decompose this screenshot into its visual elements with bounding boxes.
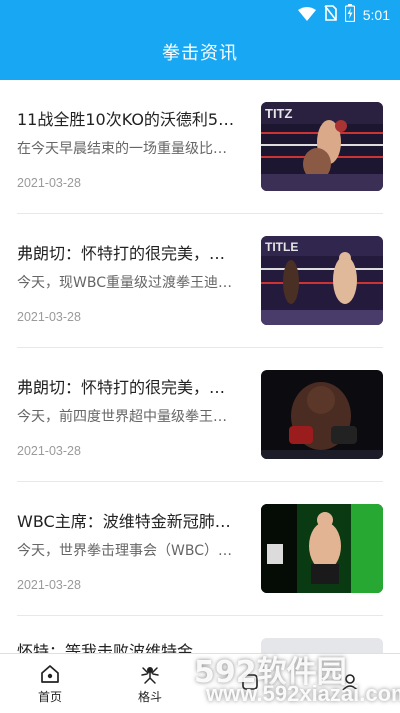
news-headline: 弗朗切：怀特打的很完美，… <box>17 378 226 397</box>
tab-label: 格斗 <box>137 689 162 704</box>
news-headline: 11战全胜10次KO的沃德利5… <box>17 110 235 129</box>
page-title: 拳击资讯 <box>162 43 238 64</box>
fight-icon <box>139 663 161 685</box>
news-thumbnail: TITLE <box>261 236 383 325</box>
tab-label: 首页 <box>37 689 62 704</box>
news-headline: 怀特：等我击败波维特金，… <box>17 642 226 653</box>
news-summary: 今天，世界拳击理事会（WBC）… <box>17 543 232 559</box>
news-summary: 今天，前四度世界超中量级拳王… <box>17 409 227 425</box>
news-summary: 今天，现WBC重量级过渡拳王迪… <box>17 275 232 291</box>
tab-home[interactable]: 首页 <box>0 654 100 713</box>
app-bar: 拳击资讯 <box>0 28 400 80</box>
home-icon <box>39 663 61 685</box>
svg-text:TITLE: TITLE <box>265 240 298 254</box>
news-item[interactable]: 11战全胜10次KO的沃德利5… 在今天早晨结束的一场重量级比… 2021-03… <box>17 80 383 214</box>
news-summary: 在今天早晨结束的一场重量级比… <box>17 141 227 157</box>
clock: 5:01 <box>362 7 390 23</box>
icon <box>339 671 361 693</box>
news-headline: 弗朗切：怀特打的很完美，… <box>17 244 226 263</box>
status-icons: 5:01 <box>297 4 390 26</box>
news-date: 2021-03-28 <box>17 310 81 324</box>
tab-fight[interactable]: 格斗 <box>100 654 200 713</box>
no-sim-icon <box>324 5 337 25</box>
tab-fourth[interactable] <box>300 654 400 713</box>
tab-third[interactable] <box>200 654 300 713</box>
svg-text:TITZ: TITZ <box>265 106 292 121</box>
icon <box>239 671 261 693</box>
news-date: 2021-03-28 <box>17 578 81 592</box>
news-feed[interactable]: 11战全胜10次KO的沃德利5… 在今天早晨结束的一场重量级比… 2021-03… <box>0 80 400 653</box>
news-thumbnail <box>261 638 383 653</box>
news-item[interactable]: 弗朗切：怀特打的很完美，… 今天，现WBC重量级过渡拳王迪… 2021-03-2… <box>17 214 383 348</box>
news-date: 2021-03-28 <box>17 176 81 190</box>
wifi-icon <box>297 6 316 25</box>
status-bar: 5:01 <box>0 0 400 28</box>
news-item[interactable]: 弗朗切：怀特打的很完美，… 今天，前四度世界超中量级拳王… 2021-03-28 <box>17 348 383 482</box>
news-thumbnail <box>261 370 383 459</box>
bottom-tab-bar: 首页 格斗 <box>0 653 400 713</box>
news-item[interactable]: WBC主席：波维特金新冠肺… 今天，世界拳击理事会（WBC）… 2021-03-… <box>17 482 383 616</box>
news-date: 2021-03-28 <box>17 444 81 458</box>
news-headline: WBC主席：波维特金新冠肺… <box>17 512 231 531</box>
battery-charging-icon <box>344 4 355 26</box>
news-thumbnail: TITZ <box>261 102 383 191</box>
news-thumbnail <box>261 504 383 593</box>
news-item[interactable]: 怀特：等我击败波维特金，… <box>17 616 383 653</box>
